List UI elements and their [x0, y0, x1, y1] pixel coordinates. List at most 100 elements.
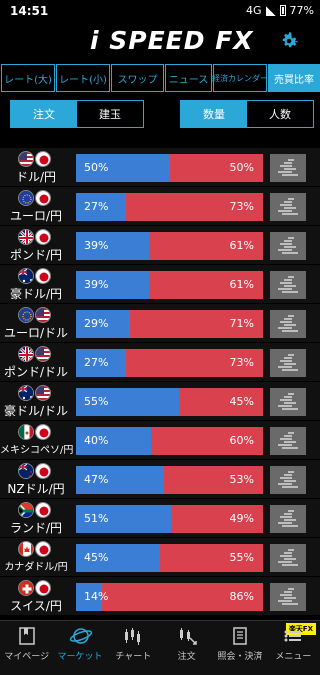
flag-jp-icon	[35, 424, 51, 440]
flag-us-icon	[18, 151, 34, 167]
ratio-detail-button[interactable]	[270, 388, 306, 416]
sell-ratio-label: 45%	[229, 395, 254, 408]
ratio-row: NZドル/円 47% 53%	[0, 460, 320, 499]
tab-rate-large[interactable]: レート(大)	[1, 64, 55, 92]
gear-icon[interactable]	[278, 30, 300, 52]
currency-pair: ポンド/ドル	[0, 343, 72, 381]
buy-ratio-label: 40%	[84, 434, 109, 447]
buy-ratio-label: 14%	[84, 590, 109, 603]
ratio-detail-button[interactable]	[270, 310, 306, 338]
quantity-people-toggle: 数量 人数	[180, 100, 314, 128]
app-header: i SPEED FX	[0, 22, 320, 62]
ratio-bar: 14% 86%	[76, 583, 263, 611]
ratio-detail-button[interactable]	[270, 271, 306, 299]
battery-percent: 77%	[289, 4, 314, 17]
currency-pair: ランド/円	[0, 499, 72, 537]
ratio-row: ポンド/円 39% 61%	[0, 226, 320, 265]
nav-label: 照会・決済	[217, 652, 263, 662]
ratio-bar: 47% 53%	[76, 466, 263, 494]
ratio-row: ランド/円 51% 49%	[0, 499, 320, 538]
tab-economic-calendar[interactable]: 経済カレンダー	[212, 64, 268, 92]
sell-ratio-label: 60%	[229, 434, 254, 447]
pair-name: ポンド/円	[9, 248, 63, 262]
segment-order[interactable]: 注文	[11, 101, 77, 127]
currency-pair: 豪ドル/ドル	[0, 382, 72, 420]
network-indicator: 4G	[246, 4, 262, 17]
sell-ratio-label: 50%	[229, 161, 254, 174]
ratio-detail-button[interactable]	[270, 466, 306, 494]
tab-swap[interactable]: スワップ	[111, 64, 164, 92]
pair-name: NZドル/円	[7, 482, 65, 496]
flag-eu-icon	[18, 307, 34, 323]
ratio-detail-button[interactable]	[270, 427, 306, 455]
flag-jp-icon	[35, 190, 51, 206]
nav-label: メニュー	[275, 652, 312, 662]
ratio-bar: 40% 60%	[76, 427, 263, 455]
buy-ratio-label: 55%	[84, 395, 109, 408]
pair-name: ランド/円	[9, 521, 63, 535]
segment-quantity[interactable]: 数量	[181, 101, 247, 127]
currency-pair: ユーロ/円	[0, 187, 72, 225]
ratio-bar: 39% 61%	[76, 271, 263, 299]
tab-news[interactable]: ニュース	[165, 64, 212, 92]
ratio-detail-button[interactable]	[270, 583, 306, 611]
ratio-detail-button[interactable]	[270, 544, 306, 572]
tab-bar: レート(大) レート(小) スワップ ニュース 経済カレンダー 売買比率	[1, 64, 320, 92]
flag-mx-icon	[18, 424, 34, 440]
nav-book[interactable]: マイページ	[0, 621, 53, 675]
pair-name: ユーロ/ドル	[3, 326, 69, 340]
segment-position[interactable]: 建玉	[77, 101, 143, 127]
pair-name: 豪ドル/ドル	[3, 404, 69, 418]
flag-jp-icon	[35, 541, 51, 557]
ratio-row: ユーロ/円 27% 73%	[0, 187, 320, 226]
ratio-row: ユーロ/ドル 29% 71%	[0, 304, 320, 343]
segment-people[interactable]: 人数	[247, 101, 313, 127]
currency-pair: ポンド/円	[0, 226, 72, 264]
pair-name: 豪ドル/円	[9, 287, 63, 301]
ratio-bar: 50% 50%	[76, 154, 263, 182]
flag-ca-icon	[18, 541, 34, 557]
ratio-detail-button[interactable]	[270, 505, 306, 533]
nav-globe[interactable]: マーケット	[53, 621, 106, 675]
flag-eu-icon	[18, 190, 34, 206]
tab-rate-small[interactable]: レート(小)	[56, 64, 110, 92]
sell-ratio-label: 61%	[229, 239, 254, 252]
ratio-bar: 51% 49%	[76, 505, 263, 533]
flag-au-icon	[18, 268, 34, 284]
currency-pair: メキシコペソ/円	[0, 421, 73, 459]
buy-ratio-label: 27%	[84, 200, 109, 213]
buy-ratio-label: 39%	[84, 278, 109, 291]
app-logo: i SPEED FX	[90, 26, 254, 55]
ratio-detail-button[interactable]	[270, 349, 306, 377]
buy-ratio-label: 29%	[84, 317, 109, 330]
buy-ratio-label: 47%	[84, 473, 109, 486]
pair-name: ドル/円	[15, 170, 57, 184]
ratio-bar: 39% 61%	[76, 232, 263, 260]
status-time: 14:51	[10, 4, 49, 18]
ratio-row: カナダドル/円 45% 55%	[0, 538, 320, 577]
buy-ratio-label: 27%	[84, 356, 109, 369]
ratio-bar: 45% 55%	[76, 544, 263, 572]
sell-ratio-label: 86%	[229, 590, 254, 603]
ratio-bar: 55% 45%	[76, 388, 263, 416]
sell-ratio-label: 49%	[229, 512, 254, 525]
sell-ratio-label: 55%	[229, 551, 254, 564]
ratio-bar: 27% 73%	[76, 349, 263, 377]
flag-nz-icon	[18, 463, 34, 479]
flag-au-icon	[18, 385, 34, 401]
nav-order[interactable]: 注文	[160, 621, 213, 675]
tab-buy-sell-ratio[interactable]: 売買比率	[268, 64, 320, 92]
nav-document[interactable]: 照会・決済	[213, 621, 266, 675]
flag-us-icon	[35, 385, 51, 401]
nav-menu[interactable]: メニュー	[267, 621, 320, 675]
nav-candlestick[interactable]: チャート	[107, 621, 160, 675]
ratio-detail-button[interactable]	[270, 232, 306, 260]
flag-gb-icon	[18, 229, 34, 245]
flag-za-icon	[18, 502, 34, 518]
ratio-detail-button[interactable]	[270, 154, 306, 182]
ratio-detail-button[interactable]	[270, 193, 306, 221]
flag-us-icon	[35, 346, 51, 362]
ratio-row: 豪ドル/ドル 55% 45%	[0, 382, 320, 421]
flag-jp-icon	[35, 463, 51, 479]
ratio-bar: 27% 73%	[76, 193, 263, 221]
